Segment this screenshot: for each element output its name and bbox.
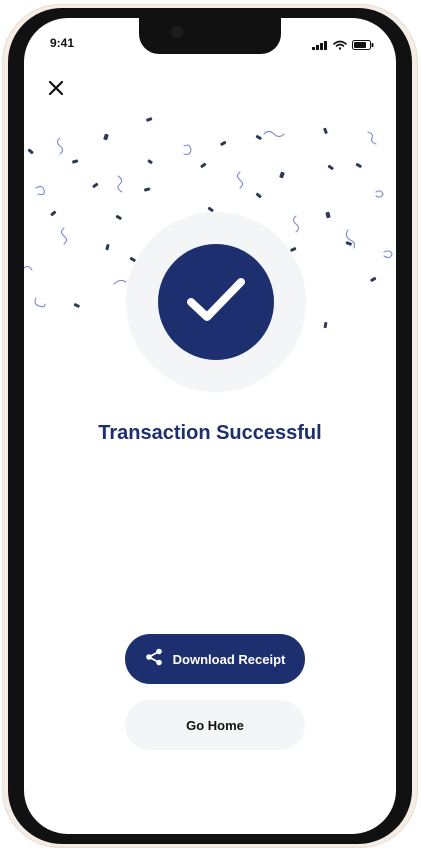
- phone-bezel: 9:41 Transaction Successful Download Rec…: [8, 8, 412, 844]
- camera-dot: [171, 26, 183, 38]
- page-title: Transaction Successful: [98, 422, 322, 444]
- status-time: 9:41: [50, 36, 75, 50]
- download-receipt-button[interactable]: Download Receipt: [125, 634, 305, 684]
- battery-icon: [352, 37, 374, 55]
- signal-bars-icon: [312, 37, 328, 55]
- close-icon: [48, 80, 64, 100]
- success-badge: [158, 244, 274, 360]
- go-home-button[interactable]: Go Home: [125, 700, 305, 750]
- close-button[interactable]: [44, 78, 68, 102]
- download-receipt-label: Download Receipt: [172, 651, 286, 667]
- check-icon: [185, 275, 247, 330]
- share-icon: [145, 648, 163, 671]
- screen: 9:41 Transaction Successful Download Rec…: [24, 18, 396, 834]
- wifi-icon: [333, 37, 347, 55]
- phone-notch: [139, 18, 281, 54]
- status-icons: [312, 37, 374, 55]
- phone-frame: 9:41 Transaction Successful Download Rec…: [2, 4, 418, 848]
- phone-mockup: 9:41 Transaction Successful Download Rec…: [0, 0, 421, 852]
- go-home-label: Go Home: [186, 717, 244, 733]
